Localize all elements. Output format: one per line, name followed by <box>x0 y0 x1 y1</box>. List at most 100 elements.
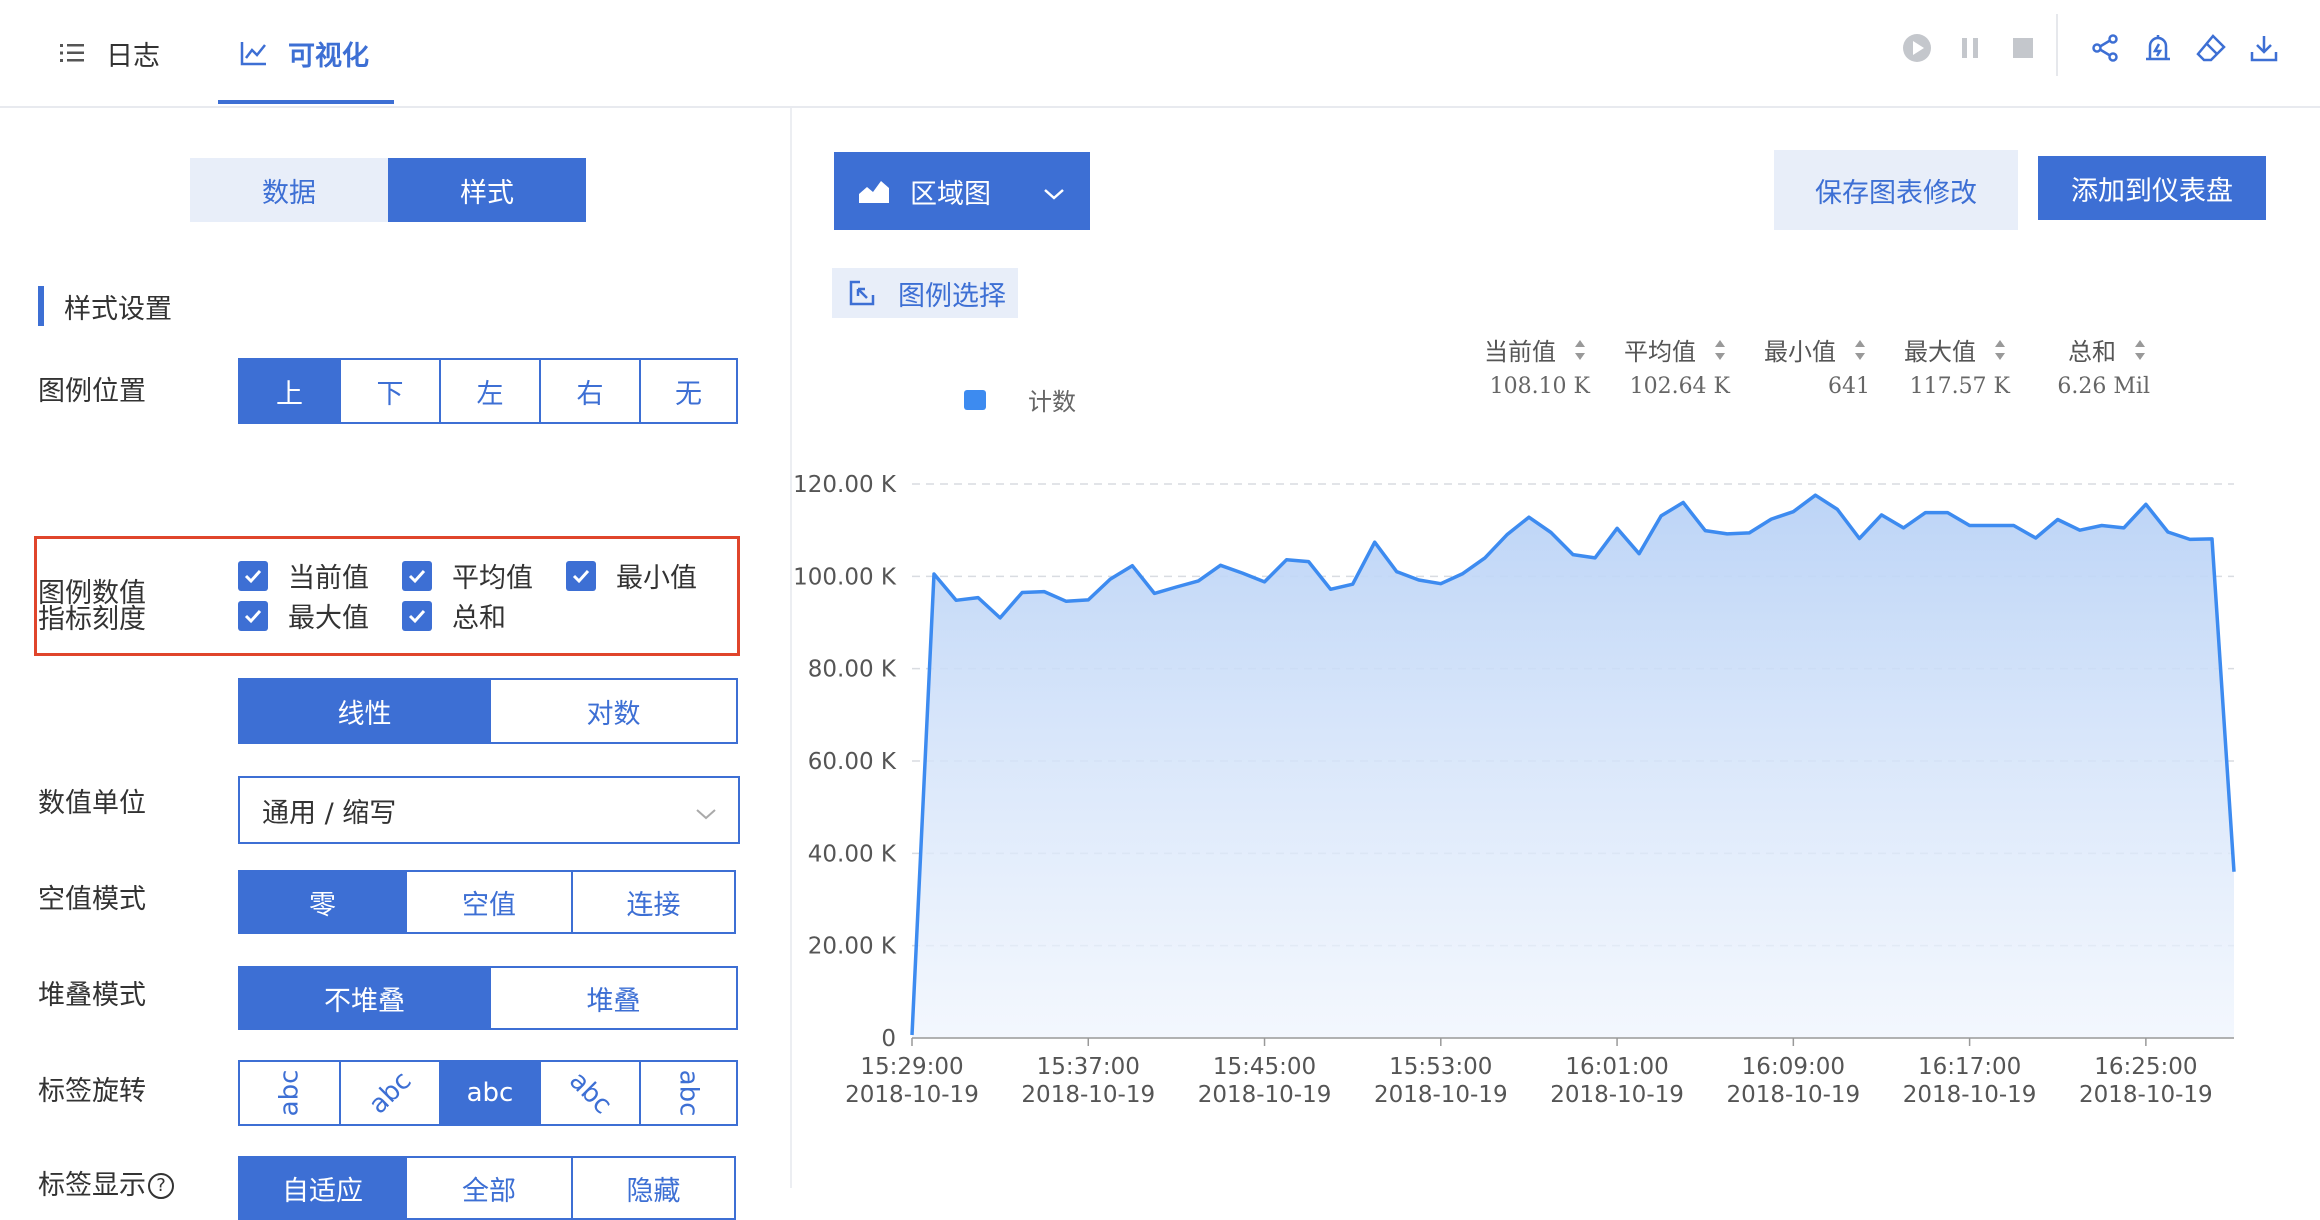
value-unit-label: 数值单位 <box>38 788 146 819</box>
x-tick-time: 16:17:00 <box>1918 1054 2021 1080</box>
legend-position-bottom[interactable]: 下 <box>339 360 439 422</box>
checkmark-icon <box>238 600 268 631</box>
x-tick-time: 16:09:00 <box>1742 1054 1845 1080</box>
label-display-all[interactable]: 全部 <box>405 1158 571 1218</box>
y-axis: 0 20.00 K 40.00 K 60.00 K 80.00 K 100.00 K 120… <box>793 472 897 1052</box>
metric-scale-group: 线性 对数 <box>238 678 738 744</box>
null-mode-zero[interactable]: 零 <box>240 872 405 932</box>
x-tick-date: 2018-10-19 <box>2079 1082 2213 1108</box>
chart-panel: 区域图 保存图表修改 添加到仪表盘 图例选择 当前值 平均值 最小值 最大值 总… <box>792 108 2320 1188</box>
legend-position-label: 图例位置 <box>38 376 146 407</box>
rotation-sample: abc <box>562 1065 618 1121</box>
data-style-toggle: 数据 样式 <box>190 158 586 222</box>
stack-mode-group: 不堆叠 堆叠 <box>238 966 738 1030</box>
header-separator <box>2056 14 2058 76</box>
x-tick-date: 2018-10-19 <box>845 1082 979 1108</box>
x-tick-time: 15:29:00 <box>860 1054 963 1080</box>
toggle-data[interactable]: 数据 <box>190 158 388 222</box>
metric-scale-label: 指标刻度 <box>38 604 146 635</box>
label-display-group: 自适应 全部 隐藏 <box>238 1156 736 1220</box>
checkbox-sum-label: 总和 <box>452 603 506 634</box>
rotation-45[interactable]: abc <box>539 1062 639 1124</box>
label-display-auto[interactable]: 自适应 <box>240 1158 405 1218</box>
x-tick-time: 15:37:00 <box>1037 1054 1140 1080</box>
null-mode-null[interactable]: 空值 <box>405 872 571 932</box>
checkmark-icon <box>402 600 432 631</box>
x-axis: 15:29:002018-10-1915:37:002018-10-1915:4… <box>845 1037 2234 1108</box>
y-tick-label: 100.00 K <box>793 564 897 590</box>
checkbox-max-label: 最大值 <box>288 603 369 634</box>
tab-visualization[interactable]: 可视化 <box>240 0 369 106</box>
help-icon[interactable]: ? <box>148 1173 174 1199</box>
legend-position-right[interactable]: 右 <box>539 360 639 422</box>
checkmark-icon <box>566 560 596 591</box>
rotation-sample: abc <box>673 1069 704 1117</box>
value-unit-select[interactable]: 通用 / 缩写 <box>238 776 740 844</box>
null-mode-group: 零 空值 连接 <box>238 870 736 934</box>
label-display-label: 标签显示 <box>38 1170 146 1201</box>
checkbox-average[interactable]: 平均值 <box>402 556 533 595</box>
checkbox-min-label: 最小值 <box>616 563 697 594</box>
legend-position-none[interactable]: 无 <box>639 360 736 422</box>
x-tick-date: 2018-10-19 <box>1021 1082 1155 1108</box>
y-tick-label: 80.00 K <box>808 657 897 683</box>
alert-icon[interactable] <box>2136 26 2180 70</box>
y-tick-label: 0 <box>881 1026 896 1052</box>
x-tick-time: 15:45:00 <box>1213 1054 1316 1080</box>
checkbox-sum[interactable]: 总和 <box>402 596 506 635</box>
y-tick-label: 20.00 K <box>808 934 897 960</box>
toggle-style[interactable]: 样式 <box>388 158 586 222</box>
download-icon[interactable] <box>2242 26 2286 70</box>
rotation-90[interactable]: abc <box>639 1062 736 1124</box>
rotation-minus-45[interactable]: abc <box>339 1062 439 1124</box>
legend-position-group: 上 下 左 右 无 <box>238 358 738 424</box>
rotation-sample: abc <box>362 1065 418 1121</box>
section-title: 样式设置 <box>38 286 172 326</box>
rotation-0[interactable]: abc <box>439 1062 539 1124</box>
checkbox-current-label: 当前值 <box>288 563 369 594</box>
legend-position-top[interactable]: 上 <box>240 360 339 422</box>
stop-icon[interactable] <box>2001 26 2045 70</box>
stack-mode-none[interactable]: 不堆叠 <box>240 968 489 1028</box>
y-tick-label: 40.00 K <box>808 841 897 867</box>
style-panel: 数据 样式 样式设置 图例位置 上 下 左 右 无 图例数值 当前值 平均值 最… <box>0 108 790 1220</box>
help-icon-glyph: ? <box>156 1175 166 1196</box>
active-tab-indicator <box>218 100 394 104</box>
stack-mode-stack[interactable]: 堆叠 <box>489 968 736 1028</box>
rotation-sample: abc <box>466 1078 514 1108</box>
rotation-minus-90[interactable]: abc <box>240 1062 339 1124</box>
value-unit-value: 通用 / 缩写 <box>262 797 397 829</box>
x-tick-time: 16:25:00 <box>2094 1054 2197 1080</box>
checkmark-icon <box>238 560 268 591</box>
null-mode-connect[interactable]: 连接 <box>571 872 734 932</box>
area-chart[interactable]: 0 20.00 K 40.00 K 60.00 K 80.00 K 100.00 K 120… <box>792 108 2320 1188</box>
checkbox-average-label: 平均值 <box>452 563 533 594</box>
x-tick-date: 2018-10-19 <box>1550 1082 1684 1108</box>
x-tick-date: 2018-10-19 <box>1903 1082 2037 1108</box>
label-display-hide[interactable]: 隐藏 <box>571 1158 734 1218</box>
tab-visualization-label: 可视化 <box>288 40 369 72</box>
pause-icon[interactable] <box>1948 26 1992 70</box>
y-tick-label: 60.00 K <box>808 749 897 775</box>
scale-log[interactable]: 对数 <box>489 680 736 742</box>
y-tick-label: 120.00 K <box>793 472 897 498</box>
checkbox-current[interactable]: 当前值 <box>238 556 369 595</box>
eraser-icon[interactable] <box>2189 26 2233 70</box>
section-title-text: 样式设置 <box>64 293 172 325</box>
share-icon[interactable] <box>2083 26 2127 70</box>
checkbox-min[interactable]: 最小值 <box>566 556 697 595</box>
x-tick-date: 2018-10-19 <box>1374 1082 1508 1108</box>
list-icon <box>60 42 86 64</box>
scale-linear[interactable]: 线性 <box>240 680 489 742</box>
label-display-label-wrap: 标签显示 ? <box>38 1166 174 1206</box>
x-tick-time: 16:01:00 <box>1565 1054 1668 1080</box>
play-icon[interactable] <box>1895 26 1939 70</box>
line-chart-icon <box>240 40 268 66</box>
section-title-bar <box>38 286 44 326</box>
chevron-down-icon <box>694 798 718 829</box>
legend-position-left[interactable]: 左 <box>439 360 539 422</box>
tab-log[interactable]: 日志 <box>60 0 160 106</box>
x-tick-date: 2018-10-19 <box>1726 1082 1860 1108</box>
tab-log-label: 日志 <box>106 40 160 72</box>
checkbox-max[interactable]: 最大值 <box>238 596 369 635</box>
